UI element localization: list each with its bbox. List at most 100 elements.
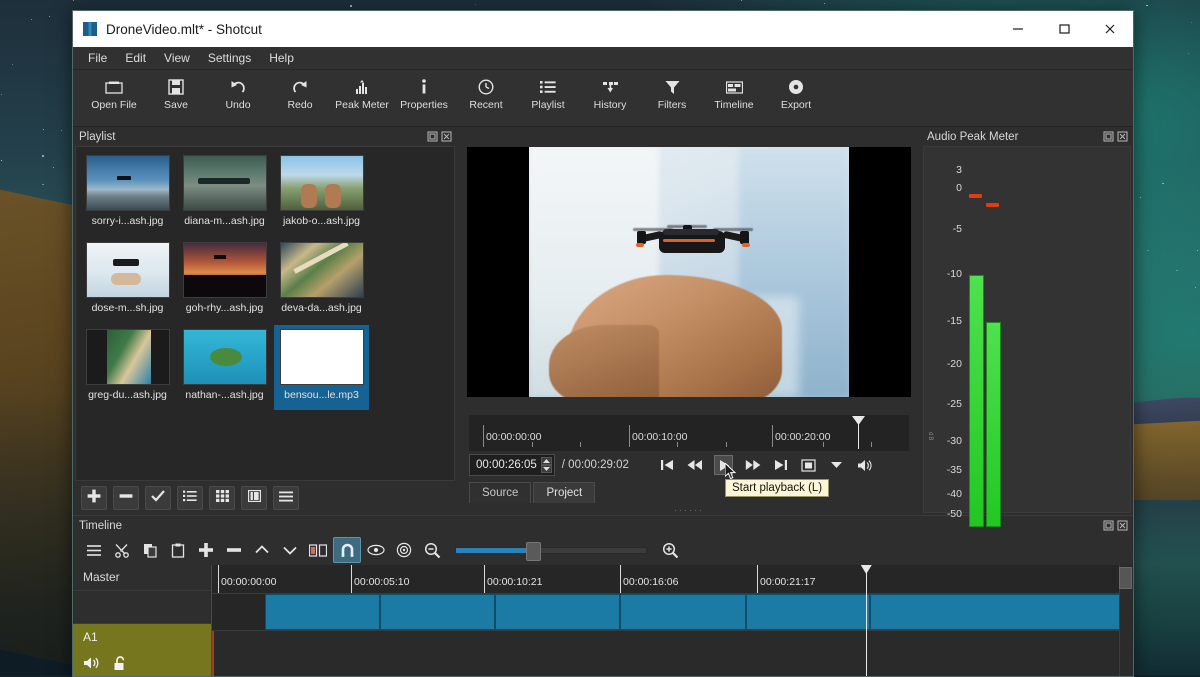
playlist-remove-button[interactable]: [113, 486, 139, 510]
video-clip[interactable]: [495, 594, 619, 630]
snap-magnet-icon[interactable]: [333, 537, 361, 563]
video-track[interactable]: [212, 594, 1133, 631]
timecode-spinner[interactable]: [541, 457, 552, 473]
ripple-delete-icon[interactable]: [221, 538, 247, 562]
toolbar-button-recent[interactable]: Recent: [455, 74, 517, 111]
video-clip[interactable]: [380, 594, 495, 630]
close-icon[interactable]: [439, 130, 453, 144]
toolbar-button-redo[interactable]: Redo: [269, 74, 331, 111]
skip-next-icon[interactable]: [772, 456, 789, 474]
toolbar-button-properties[interactable]: Properties: [393, 74, 455, 111]
toolbar-button-history[interactable]: History: [579, 74, 641, 111]
video-preview[interactable]: [467, 147, 911, 397]
position-timecode-field[interactable]: 00:00:26:05: [469, 454, 555, 476]
toolbar-button-playlist[interactable]: Playlist: [517, 74, 579, 111]
float-icon[interactable]: [1101, 519, 1115, 533]
minimize-button[interactable]: [995, 12, 1041, 47]
toolbar-button-export[interactable]: Export: [765, 74, 827, 111]
ripple-all-tracks-icon[interactable]: [391, 538, 417, 562]
play-button[interactable]: [714, 455, 733, 475]
toolbar-button-save[interactable]: Save: [145, 74, 207, 111]
master-track-head[interactable]: Master: [73, 565, 211, 591]
zoom-slider-handle[interactable]: [526, 542, 541, 561]
volume-icon[interactable]: [856, 456, 873, 474]
unlock-icon[interactable]: [113, 656, 129, 676]
scrub-playhead[interactable]: [852, 416, 865, 425]
close-button[interactable]: [1087, 12, 1133, 47]
audio-track[interactable]: bensound-ukulele.mp3: [212, 631, 1133, 676]
video-track-head[interactable]: [73, 591, 211, 624]
playlist-item[interactable]: deva-da...ash.jpg: [274, 238, 369, 323]
playlist-details-view-button[interactable]: [241, 486, 267, 510]
zoom-in-icon[interactable]: [657, 538, 683, 562]
float-icon[interactable]: [1101, 130, 1115, 144]
toolbar-button-open-file[interactable]: Open File: [83, 74, 145, 111]
video-clip[interactable]: [620, 594, 746, 630]
spinner-up[interactable]: [541, 457, 552, 465]
playlist-menu-button[interactable]: [273, 486, 299, 510]
toolbar-button-peak-meter[interactable]: Peak Meter: [331, 74, 393, 111]
menu-item-help[interactable]: Help: [260, 49, 303, 67]
playlist-item[interactable]: goh-rhy...ash.jpg: [177, 238, 272, 323]
playlist-item[interactable]: sorry-i...ash.jpg: [80, 151, 175, 236]
video-clip[interactable]: [870, 594, 1120, 630]
lift-icon[interactable]: [249, 538, 275, 562]
zoom-out-icon[interactable]: [419, 538, 445, 562]
menu-item-view[interactable]: View: [155, 49, 199, 67]
chevron-down-icon[interactable]: [828, 456, 845, 474]
skip-previous-icon[interactable]: [658, 456, 675, 474]
scrollbar-thumb[interactable]: [1119, 567, 1132, 589]
playlist-update-button[interactable]: [145, 486, 171, 510]
copy-icon[interactable]: [137, 538, 163, 562]
cut-icon[interactable]: [109, 538, 135, 562]
playlist-item[interactable]: bensou...le.mp3: [274, 325, 369, 410]
menu-icon[interactable]: [81, 538, 107, 562]
panel-grip[interactable]: ······: [457, 505, 921, 515]
video-clip[interactable]: [265, 594, 380, 630]
playlist-grid-view-button[interactable]: [209, 486, 235, 510]
playlist-list-view-button[interactable]: [177, 486, 203, 510]
append-icon[interactable]: [193, 538, 219, 562]
player-scrub-bar[interactable]: 00:00:00:0000:00:10:0000:00:20:00: [469, 415, 909, 451]
toolbar-button-label: History: [594, 99, 627, 111]
timeline-scrollbar[interactable]: [1119, 565, 1133, 676]
split-icon[interactable]: [305, 538, 331, 562]
toolbar-button-undo[interactable]: Undo: [207, 74, 269, 111]
scrub-while-dragging-icon[interactable]: [363, 538, 389, 562]
timeline-title: Timeline: [79, 520, 122, 532]
menu-item-file[interactable]: File: [79, 49, 116, 67]
fast-forward-icon[interactable]: [744, 456, 761, 474]
playlist-item[interactable]: nathan-...ash.jpg: [177, 325, 272, 410]
toolbar-button-filters[interactable]: Filters: [641, 74, 703, 111]
video-clip[interactable]: [746, 594, 870, 630]
zoom-slider[interactable]: [455, 547, 647, 554]
rewind-icon[interactable]: [686, 456, 703, 474]
playlist-item[interactable]: greg-du...ash.jpg: [80, 325, 175, 410]
zoom-fit-icon[interactable]: [800, 456, 817, 474]
float-icon[interactable]: [425, 130, 439, 144]
menu-item-settings[interactable]: Settings: [199, 49, 260, 67]
overwrite-icon[interactable]: [277, 538, 303, 562]
tab-source[interactable]: Source: [469, 482, 531, 503]
paste-icon[interactable]: [165, 538, 191, 562]
menu-item-edit[interactable]: Edit: [116, 49, 155, 67]
playlist-item[interactable]: diana-m...ash.jpg: [177, 151, 272, 236]
playlist-item[interactable]: dose-m...sh.jpg: [80, 238, 175, 323]
toolbar-button-label: Timeline: [714, 99, 753, 111]
audio-track-head[interactable]: A1: [73, 624, 211, 676]
timeline-ruler[interactable]: 00:00:00:0000:00:05:1000:00:10:2100:00:1…: [212, 565, 1133, 594]
speaker-icon[interactable]: [83, 656, 101, 676]
playlist-item[interactable]: jakob-o...ash.jpg: [274, 151, 369, 236]
tab-project[interactable]: Project: [533, 482, 595, 503]
timeline-tracks[interactable]: 00:00:00:0000:00:05:1000:00:10:2100:00:1…: [211, 565, 1133, 676]
close-icon[interactable]: [1115, 519, 1129, 533]
close-icon[interactable]: [1115, 130, 1129, 144]
audio-clip[interactable]: bensound-ukulele.mp3: [212, 631, 214, 676]
playlist-grid: sorry-i...ash.jpgdiana-m...ash.jpgjakob-…: [76, 147, 454, 412]
spinner-down[interactable]: [541, 465, 552, 473]
maximize-button[interactable]: [1041, 12, 1087, 47]
toolbar-button-timeline[interactable]: Timeline: [703, 74, 765, 111]
playlist-add-button[interactable]: [81, 486, 107, 510]
video-preview-area[interactable]: [457, 127, 921, 413]
playlist-panel: Playlist sorry-i...ash.jpgdiana-m...ash.…: [73, 127, 457, 515]
